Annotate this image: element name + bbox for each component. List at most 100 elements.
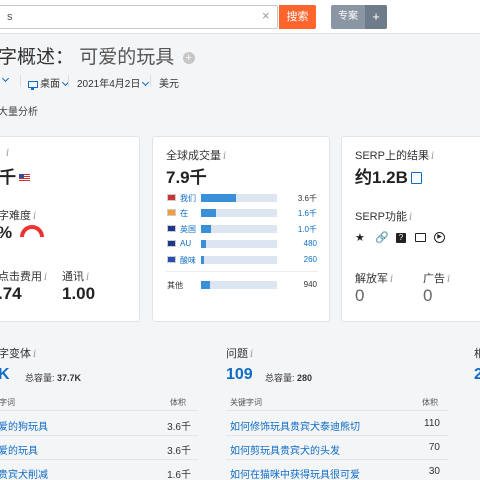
date-dropdown[interactable]: 2021年4月2日: [77, 75, 150, 90]
volume-bar-fill: [201, 281, 210, 289]
volume-bar-fill: [201, 209, 216, 217]
info-icon[interactable]: i: [390, 274, 393, 285]
country-flag-icon: [167, 209, 176, 216]
volume-bar-fill: [201, 225, 211, 233]
us-flag-icon: [19, 174, 30, 182]
play-icon[interactable]: ▶: [434, 232, 445, 243]
date-label: 2021年4月2日: [77, 79, 141, 90]
variation-keyword-link[interactable]: 爱的狗玩具: [0, 418, 48, 433]
volume-row: 酸味 260: [167, 254, 317, 266]
info-icon[interactable]: i: [250, 349, 253, 360]
cpc-label: 点击费用 i: [0, 271, 48, 283]
info-icon[interactable]: i: [431, 151, 434, 162]
difficulty-value: %: [0, 223, 12, 243]
link-icon[interactable]: 🔗: [375, 231, 389, 244]
info-icon[interactable]: i: [33, 211, 36, 222]
variation-keyword-link[interactable]: 贵宾犬削减: [0, 466, 48, 480]
search-input[interactable]: s: [0, 5, 278, 29]
country-flag-icon: [167, 194, 176, 201]
related-count[interactable]: 2: [474, 366, 480, 384]
variations-col-keyword: 字词: [0, 398, 15, 407]
chevron-down-icon: [142, 78, 150, 87]
questions-count[interactable]: 109: [226, 366, 253, 384]
variation-keyword-link[interactable]: 爱的玩具: [0, 442, 38, 457]
chevron-down-icon: [1, 74, 10, 83]
question-volume: 110: [424, 418, 440, 429]
divider: [226, 435, 448, 436]
competition-value: 1.00: [62, 284, 96, 303]
divider: [166, 271, 318, 272]
search-input-value: s: [7, 11, 13, 23]
question-volume: 30: [428, 466, 440, 477]
info-icon[interactable]: i: [86, 272, 89, 283]
country-code: 在: [180, 209, 188, 218]
add-project-button[interactable]: +: [365, 5, 387, 29]
volume-bar-fill: [201, 256, 204, 264]
variations-col-volume: 体积: [170, 398, 186, 407]
question-keyword-link[interactable]: 如何剪玩具贵宾犬的头发: [230, 442, 340, 457]
clear-search-icon[interactable]: ×: [262, 8, 270, 24]
cpc-value: .74: [0, 284, 22, 303]
divider: [226, 459, 448, 460]
variation-volume: 3.6千: [167, 422, 191, 433]
info-icon[interactable]: i: [223, 151, 226, 162]
variations-count[interactable]: K: [0, 366, 10, 384]
country-flag-icon: [167, 240, 176, 247]
info-icon[interactable]: i: [44, 272, 47, 283]
page-title-keyword: 可爱的玩具: [79, 47, 175, 68]
currency-label: 美元: [159, 79, 179, 90]
volume-bar: [201, 194, 277, 202]
questions-col-volume: 体积: [422, 398, 438, 407]
questions-title: 问题 i: [226, 348, 254, 360]
ads-value: 0: [423, 286, 433, 305]
info-icon[interactable]: i: [33, 349, 36, 360]
volume-bar: [201, 225, 277, 233]
divider: [68, 75, 69, 87]
volume-row: 英国 1.0千: [167, 223, 317, 235]
serp-features-label: SERP功能 i: [355, 211, 413, 223]
variations-title: 字变体 i: [0, 348, 37, 360]
global-volume-value: 7.9千: [166, 168, 207, 187]
volume-value: 940: [303, 280, 317, 289]
volume-row: 我们 3.6千: [167, 192, 317, 204]
question-keyword-link[interactable]: 如何修饰玩具贵宾犬泰迪熊切: [230, 418, 360, 433]
page-title: 字概述： 可爱的玩具 +: [0, 42, 195, 69]
global-volume-label: 全球成交量 i: [166, 150, 227, 162]
variation-volume: 1.6千: [167, 470, 191, 480]
search-button[interactable]: 搜索: [279, 5, 316, 29]
divider: [226, 410, 448, 411]
volume-bar-fill: [201, 194, 236, 202]
variations-total: 总容量: 37.7K: [25, 373, 82, 383]
volume-row-other: 其他 940: [167, 279, 317, 291]
questions-col-keyword: 关键字词: [230, 398, 262, 407]
country-flag-icon: [167, 256, 176, 263]
image-icon[interactable]: [415, 233, 426, 242]
device-dropdown[interactable]: 桌面: [28, 75, 70, 90]
volume-value: 1.6千: [297, 209, 317, 218]
volume-info-icon[interactable]: i: [4, 147, 9, 159]
questions-total: 总容量: 280: [265, 373, 313, 383]
liberation-value: 0: [355, 286, 365, 305]
divider: [0, 410, 198, 411]
question-icon[interactable]: ?: [396, 233, 406, 243]
divider: [150, 75, 151, 87]
country-dropdown[interactable]: [0, 74, 10, 86]
info-icon[interactable]: i: [409, 212, 412, 223]
divider: [0, 459, 198, 460]
related-title: 相: [474, 348, 480, 360]
star-icon[interactable]: ★: [355, 231, 365, 244]
project-button[interactable]: 专案: [331, 5, 365, 29]
question-volume: 70: [428, 442, 440, 453]
serp-document-icon[interactable]: [410, 172, 422, 184]
section-subtitle: 大量分析: [0, 107, 38, 118]
info-icon[interactable]: i: [447, 274, 450, 285]
volume-bar: [201, 256, 277, 264]
add-icon[interactable]: +: [182, 52, 195, 64]
question-keyword-link[interactable]: 如何在猫咪中获得玩具很可爱: [230, 466, 360, 480]
top-search-bar: s × 搜索 专案 +: [0, 0, 480, 34]
divider: [0, 435, 198, 436]
volume-value: 1.0千: [297, 225, 317, 234]
country-flag-icon: [167, 225, 176, 232]
volume-bar: [201, 281, 277, 289]
variation-volume: 3.6千: [167, 446, 191, 457]
